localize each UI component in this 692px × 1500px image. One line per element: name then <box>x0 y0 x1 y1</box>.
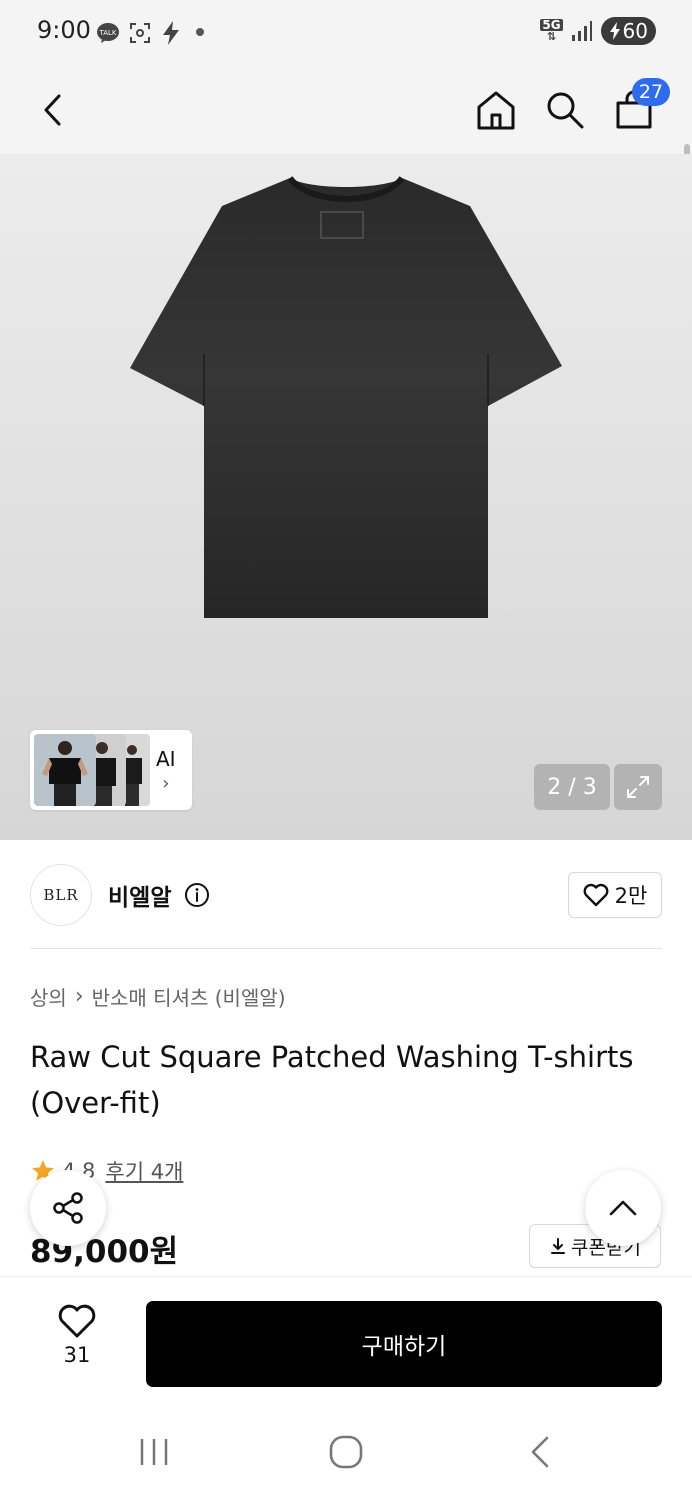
chevron-up-icon <box>609 1200 637 1216</box>
battery-indicator: 60 <box>600 17 656 45</box>
expand-icon <box>627 776 649 798</box>
talk-icon: TALK <box>97 23 119 43</box>
page-indicator: 2 / 3 <box>534 764 610 810</box>
home-circle-icon <box>329 1435 363 1469</box>
back-nav-button[interactable] <box>510 1430 570 1474</box>
info-icon[interactable] <box>184 882 210 908</box>
svg-text:TALK: TALK <box>98 29 116 37</box>
share-icon <box>53 1192 83 1224</box>
cart-count-badge: 27 <box>632 78 670 106</box>
heart-icon <box>58 1304 96 1338</box>
status-dot <box>196 28 204 36</box>
battery-level: 60 <box>622 19 648 43</box>
brand-logo[interactable]: BLR <box>30 864 92 926</box>
like-button[interactable]: 31 <box>44 1303 110 1383</box>
back-button[interactable] <box>26 82 82 138</box>
review-link[interactable]: 후기 4개 <box>105 1156 183 1186</box>
download-icon <box>551 1238 566 1254</box>
brand-favorite-button[interactable]: 2만 <box>568 872 662 918</box>
brand-favorite-count: 2만 <box>614 884 648 908</box>
bolt-icon <box>163 21 179 45</box>
expand-button[interactable] <box>614 764 662 810</box>
breadcrumb-item[interactable]: 반소매 티셔츠 (비엘알) <box>92 982 286 1011</box>
recent-apps-icon <box>140 1439 168 1465</box>
home-icon <box>477 91 515 130</box>
status-time: 9:00 <box>37 16 91 44</box>
back-nav-icon <box>531 1436 549 1468</box>
chevron-right-icon: › <box>74 984 84 1009</box>
ai-thumbnails <box>34 734 150 806</box>
ai-label: AI <box>156 746 176 771</box>
recent-apps-button[interactable] <box>124 1430 184 1474</box>
chevron-right-icon: › <box>162 772 170 794</box>
home-nav-button[interactable] <box>316 1430 376 1474</box>
home-button[interactable] <box>468 82 524 138</box>
charging-icon <box>609 22 620 40</box>
purchase-bar: 31 구매하기 <box>0 1276 692 1400</box>
signal-icon <box>571 21 592 41</box>
system-nav-bar <box>0 1400 692 1500</box>
chevron-left-icon <box>44 94 61 126</box>
product-image-gallery[interactable]: AI › 2 / 3 <box>0 154 692 840</box>
ai-label-group: AI › <box>156 747 176 794</box>
status-right-icons: 5G ⇅ 60 <box>540 17 656 45</box>
search-button[interactable] <box>537 82 593 138</box>
breadcrumb-item[interactable]: 상의 <box>30 982 67 1011</box>
divider <box>30 948 662 949</box>
search-icon <box>547 92 584 129</box>
product-title: Raw Cut Square Patched Washing T-shirts … <box>30 1040 634 1120</box>
app-header: 27 <box>0 66 692 216</box>
brand-row: BLR 비엘알 2만 <box>0 840 692 948</box>
status-bar: 9:00 TALK 5G ⇅ 60 <box>0 0 692 66</box>
buy-button[interactable]: 구매하기 <box>146 1301 662 1387</box>
breadcrumb: 상의 › 반소매 티셔츠 (비엘알) <box>30 982 286 1011</box>
share-button[interactable] <box>30 1170 106 1246</box>
like-count: 31 <box>63 1343 91 1367</box>
brand-name[interactable]: 비엘알 <box>108 878 171 912</box>
screenshot-icon <box>130 23 150 43</box>
network-5g-icon: 5G ⇅ <box>540 18 563 43</box>
heart-icon <box>583 883 609 907</box>
scroll-top-button[interactable] <box>585 1170 661 1246</box>
ai-thumbnail-1 <box>34 734 96 806</box>
status-notification-icons: TALK <box>96 20 182 46</box>
ai-fitting-card[interactable]: AI › <box>30 730 192 810</box>
